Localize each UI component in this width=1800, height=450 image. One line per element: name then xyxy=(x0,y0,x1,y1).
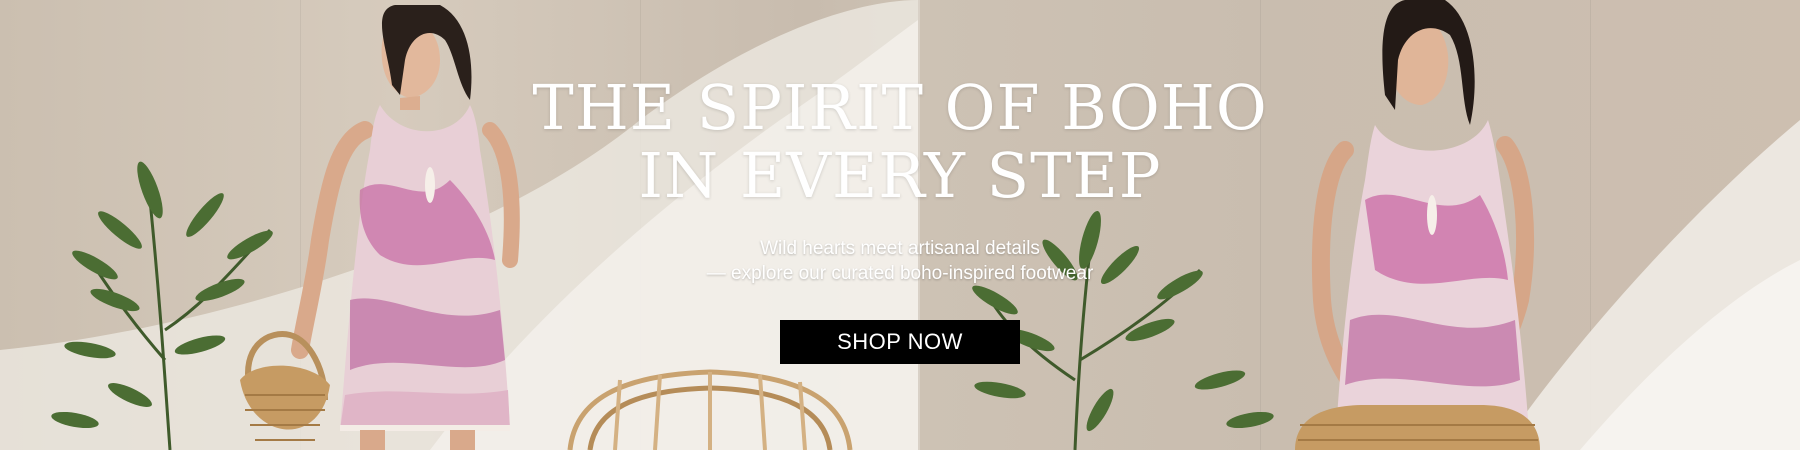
hero-banner[interactable]: THE SPIRIT OF BOHO IN EVERY STEP Wild he… xyxy=(0,0,1800,450)
headline-line-1: THE SPIRIT OF BOHO xyxy=(532,71,1268,144)
headline-line-2: IN EVERY STEP xyxy=(638,139,1162,212)
subtext-line-1: Wild hearts meet artisanal details xyxy=(760,238,1040,259)
banner-content: THE SPIRIT OF BOHO IN EVERY STEP Wild he… xyxy=(0,0,1800,450)
shop-now-button[interactable]: SHOP NOW xyxy=(780,320,1020,364)
subtext-line-2: — explore our curated boho-inspired foot… xyxy=(706,263,1094,284)
banner-headline: THE SPIRIT OF BOHO IN EVERY STEP xyxy=(532,74,1267,210)
banner-subtext: Wild hearts meet artisanal details — exp… xyxy=(707,236,1094,286)
